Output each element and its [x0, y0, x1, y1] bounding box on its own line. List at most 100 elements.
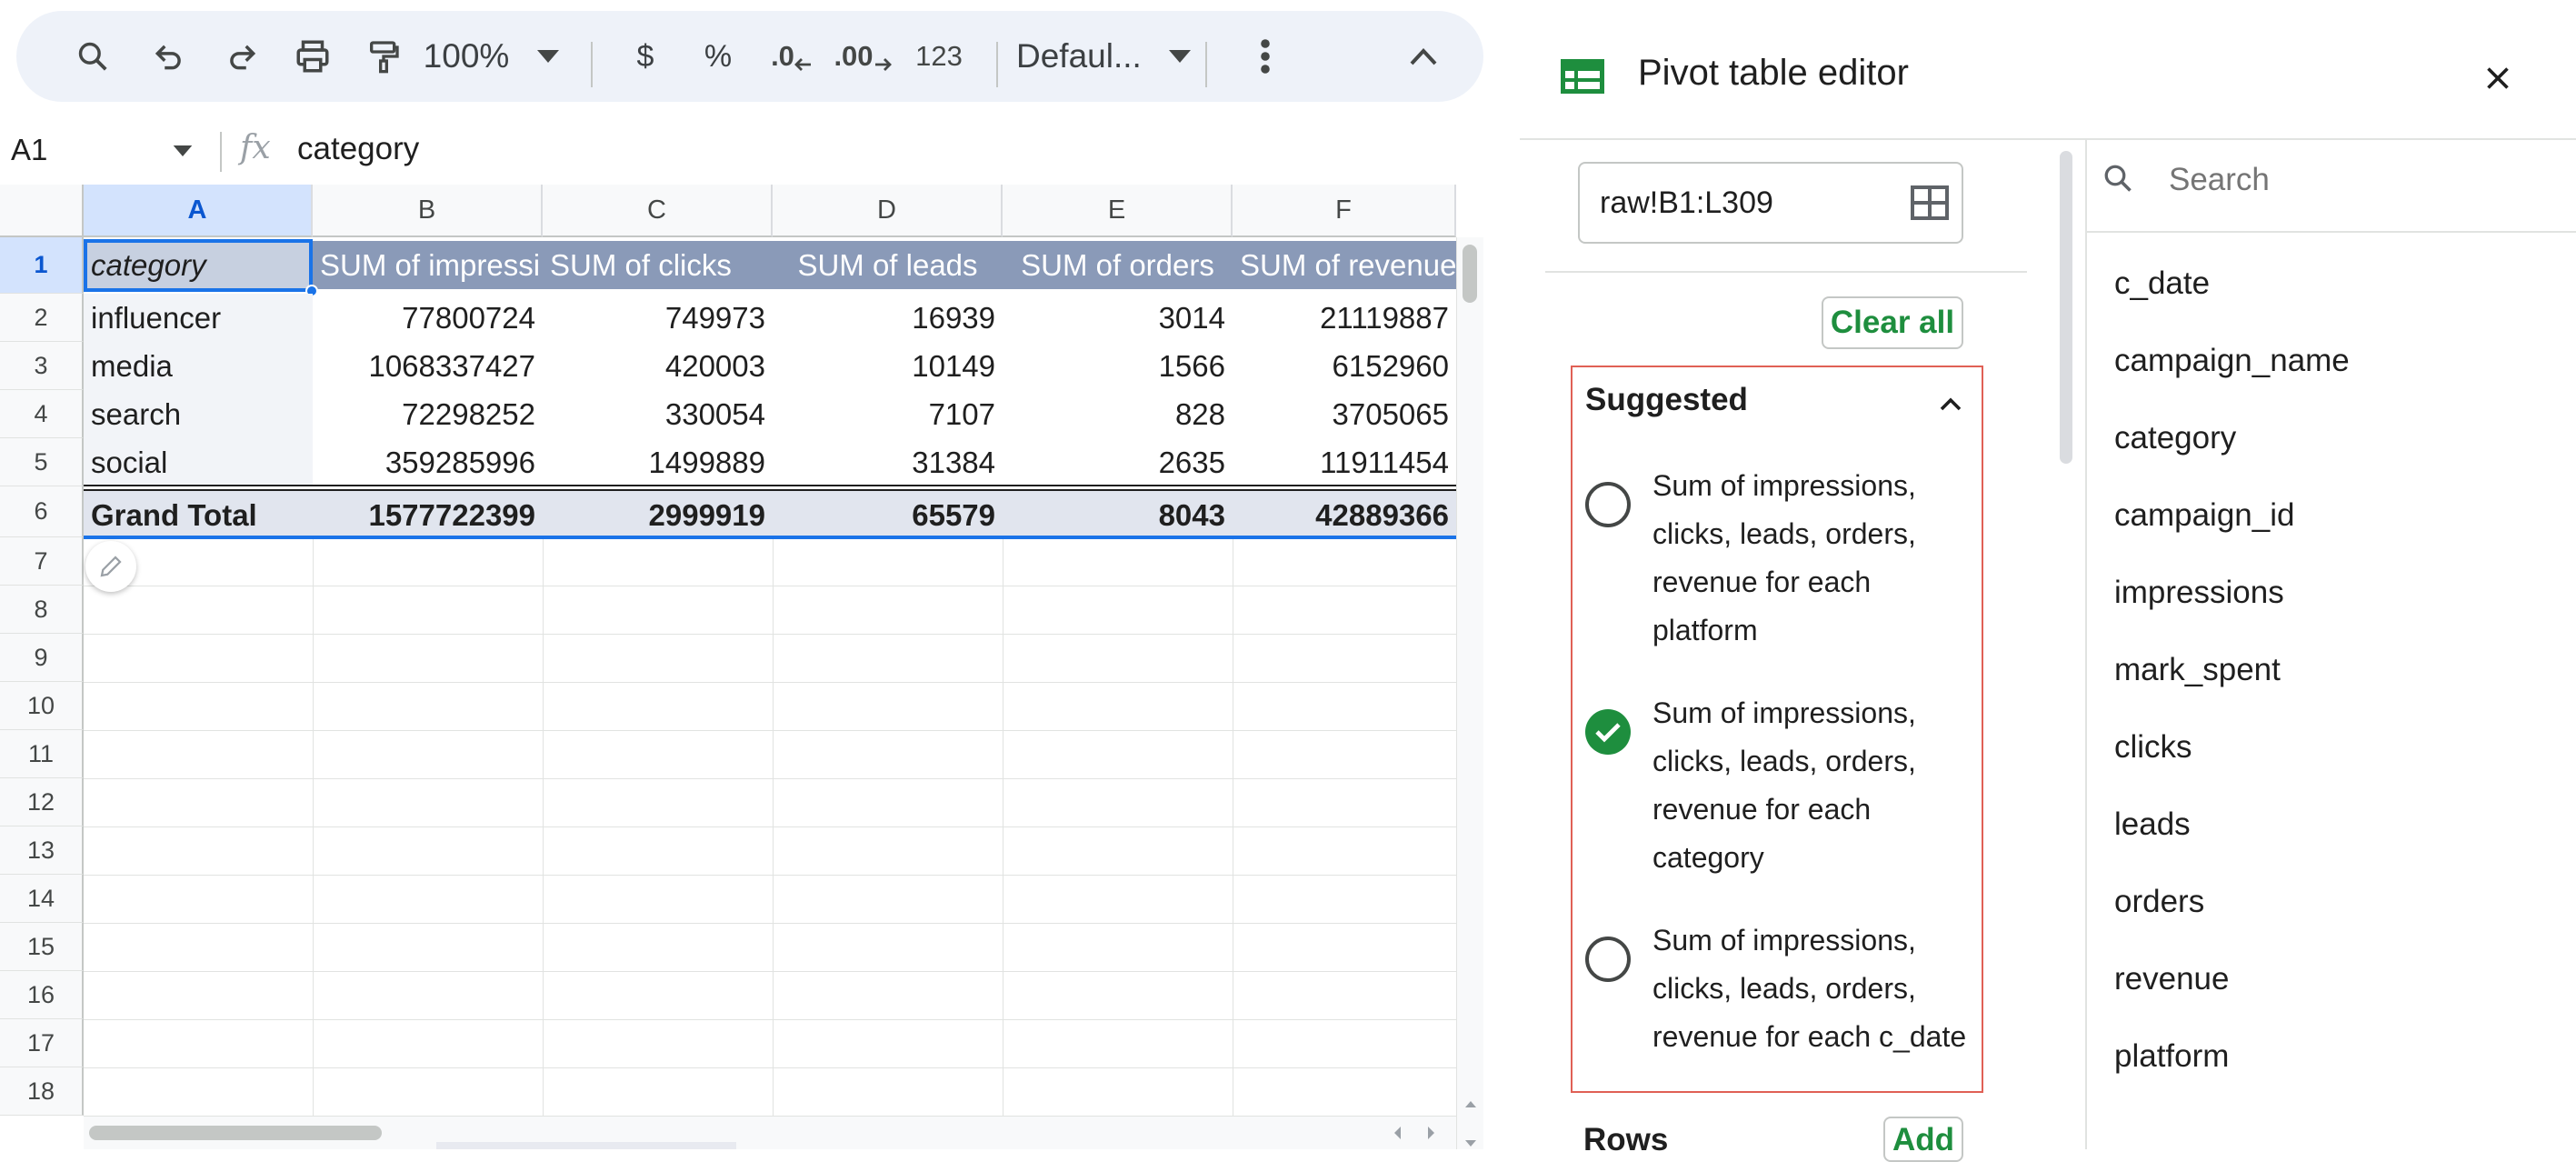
font-select[interactable]: Defaul... [1007, 11, 1162, 102]
grand-total-value[interactable]: 65579 [773, 491, 1003, 539]
row-header[interactable]: 6 [0, 486, 84, 537]
field-item[interactable]: c_date [2114, 265, 2210, 302]
cell-b1[interactable]: SUM of impressi [313, 241, 543, 289]
scroll-down-icon[interactable] [1464, 1139, 1477, 1148]
grand-total-value[interactable]: 42889366 [1233, 491, 1456, 539]
horizontal-scroll-thumb[interactable] [89, 1126, 382, 1140]
row-header[interactable]: 15 [0, 923, 84, 971]
cell-value[interactable]: 330054 [543, 390, 773, 438]
suggestion-platform[interactable]: Sum of impressions, clicks, leads, order… [1652, 462, 1998, 655]
range-input[interactable]: raw!B1:L309 [1578, 162, 1963, 244]
chevron-down-icon[interactable] [525, 11, 571, 102]
row-header[interactable]: 1 [0, 237, 84, 294]
clear-all-button[interactable]: Clear all [1822, 296, 1963, 349]
cell-value[interactable]: 2635 [1003, 438, 1233, 486]
cell-value[interactable]: 3705065 [1233, 390, 1456, 438]
field-item[interactable]: leads [2114, 806, 2191, 843]
column-header-e[interactable]: E [1003, 185, 1233, 237]
scroll-right-icon[interactable] [1427, 1126, 1436, 1140]
row-header[interactable]: 9 [0, 634, 84, 682]
cell-value[interactable]: 10149 [773, 342, 1003, 390]
currency-format-button[interactable]: $ [616, 11, 674, 102]
column-header-d[interactable]: D [773, 185, 1003, 237]
row-header[interactable]: 8 [0, 586, 84, 634]
close-icon[interactable] [2478, 58, 2518, 98]
scroll-up-icon[interactable] [1464, 1099, 1477, 1108]
percent-format-button[interactable]: % [689, 11, 747, 102]
grand-total-value[interactable]: 2999919 [543, 491, 773, 539]
row-header[interactable]: 10 [0, 682, 84, 730]
row-header[interactable]: 18 [0, 1067, 84, 1116]
chevron-down-icon[interactable] [1157, 11, 1203, 102]
select-range-icon[interactable] [1911, 185, 1949, 220]
column-header-c[interactable]: C [543, 185, 773, 237]
suggestion-radio-category[interactable] [1585, 709, 1631, 755]
field-item[interactable]: platform [2114, 1038, 2229, 1075]
rows-add-button[interactable]: Add [1883, 1117, 1963, 1162]
cell-value[interactable]: 31384 [773, 438, 1003, 486]
paint-format-icon[interactable] [349, 11, 418, 102]
chevron-down-icon[interactable] [173, 145, 193, 156]
cell-value[interactable]: 359285996 [313, 438, 543, 486]
chevron-up-icon[interactable] [1940, 396, 1962, 411]
grand-total-value[interactable]: 1577722399 [313, 491, 543, 539]
editor-scroll-thumb[interactable] [2060, 151, 2072, 464]
suggestion-c-date[interactable]: Sum of impressions, clicks, leads, order… [1652, 917, 1998, 1061]
suggestion-radio-c-date[interactable] [1585, 937, 1631, 982]
edit-pivot-button[interactable] [85, 541, 136, 592]
row-header[interactable]: 12 [0, 778, 84, 826]
cell-value[interactable]: 1499889 [543, 438, 773, 486]
grand-total-value[interactable]: 8043 [1003, 491, 1233, 539]
cell-value[interactable]: 749973 [543, 294, 773, 342]
field-item[interactable]: impressions [2114, 575, 2284, 611]
decrease-decimal-button[interactable]: .0 [757, 11, 826, 102]
cell-value[interactable]: 828 [1003, 390, 1233, 438]
column-header-b[interactable]: B [313, 185, 543, 237]
cell-value[interactable]: 1566 [1003, 342, 1233, 390]
row-header[interactable]: 16 [0, 971, 84, 1019]
name-box[interactable]: A1 [0, 124, 209, 176]
cell-e1[interactable]: SUM of orders [1003, 241, 1233, 289]
cell-value[interactable]: 7107 [773, 390, 1003, 438]
suggestion-radio-platform[interactable] [1585, 482, 1631, 527]
cell-value[interactable]: 77800724 [313, 294, 543, 342]
cell-f1[interactable]: SUM of revenue [1233, 241, 1456, 289]
row-header[interactable]: 7 [0, 537, 84, 586]
field-item[interactable]: mark_spent [2114, 652, 2281, 688]
redo-icon[interactable] [207, 11, 276, 102]
more-formats-button[interactable]: 123 [900, 11, 978, 102]
suggestion-category[interactable]: Sum of impressions, clicks, leads, order… [1652, 689, 1998, 882]
cell-value[interactable]: 1068337427 [313, 342, 543, 390]
row-header[interactable]: 13 [0, 826, 84, 875]
field-item[interactable]: campaign_id [2114, 497, 2294, 534]
formula-input[interactable]: category [297, 131, 419, 167]
cell-value[interactable]: 11911454 [1233, 438, 1456, 486]
horizontal-scrollbar[interactable] [84, 1116, 1456, 1149]
cell-row-label[interactable]: social [84, 438, 313, 486]
column-header-a[interactable]: A [84, 185, 313, 237]
row-header[interactable]: 3 [0, 342, 84, 390]
cell-value[interactable]: 72298252 [313, 390, 543, 438]
cell-value[interactable]: 21119887 [1233, 294, 1456, 342]
cell-row-label[interactable]: search [84, 390, 313, 438]
field-item[interactable]: revenue [2114, 961, 2229, 997]
scroll-left-icon[interactable] [1393, 1126, 1402, 1140]
field-search-input[interactable] [2169, 158, 2532, 202]
collapse-menu-icon[interactable] [1389, 11, 1458, 102]
zoom-select[interactable]: 100% [416, 11, 516, 102]
row-header[interactable]: 4 [0, 390, 84, 438]
cell-row-label[interactable]: influencer [84, 294, 313, 342]
cell-row-label[interactable]: media [84, 342, 313, 390]
field-item[interactable]: orders [2114, 884, 2204, 920]
increase-decimal-button[interactable]: .00 [825, 11, 900, 102]
vertical-scroll-thumb[interactable] [1463, 245, 1477, 303]
cell-d1[interactable]: SUM of leads [773, 241, 1003, 289]
search-menus-icon[interactable] [58, 11, 127, 102]
vertical-scrollbar[interactable] [1456, 237, 1483, 1149]
field-item[interactable]: campaign_name [2114, 343, 2350, 379]
grand-total-label[interactable]: Grand Total [84, 491, 313, 539]
field-item[interactable]: clicks [2114, 729, 2192, 766]
row-header[interactable]: 5 [0, 438, 84, 486]
undo-icon[interactable] [135, 11, 204, 102]
row-header[interactable]: 2 [0, 294, 84, 342]
